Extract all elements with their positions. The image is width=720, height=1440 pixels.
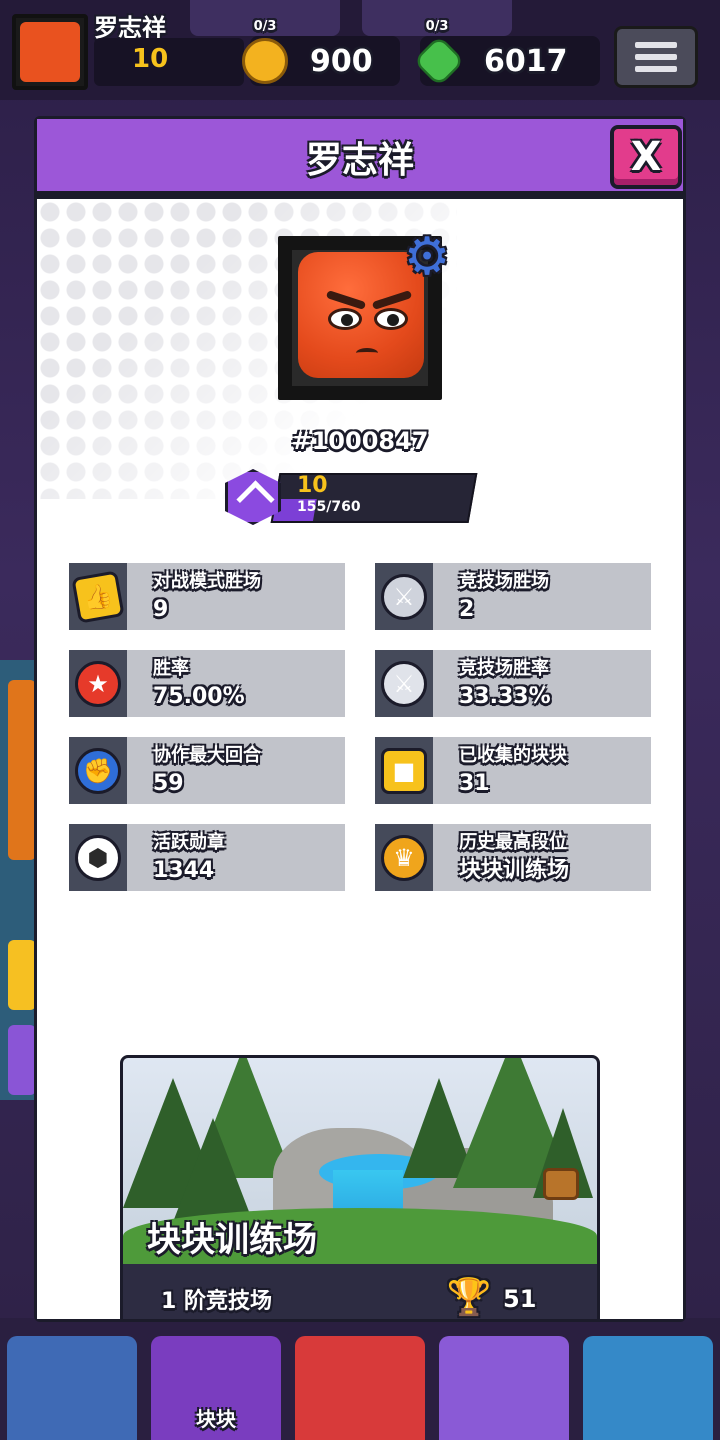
- coin-icon: [242, 38, 288, 84]
- stat-arena-wins: ⚔ 竞技场胜场 2: [375, 563, 651, 630]
- side-card: [8, 680, 36, 860]
- quest-progress: 0/3: [425, 19, 449, 34]
- tree-stump: [543, 1168, 579, 1200]
- player-level: 10: [297, 473, 328, 498]
- block-face-icon: ■: [381, 747, 427, 794]
- stat-blocks-collected: ■ 已收集的块块 31: [375, 737, 651, 804]
- stat-label: 历史最高段位: [459, 832, 567, 853]
- player-level-small: 10: [94, 38, 244, 86]
- gem-counter[interactable]: 6017: [412, 34, 600, 88]
- arena-tier: 1 阶竞技场: [161, 1289, 272, 1314]
- player-id: #1000847: [291, 427, 429, 455]
- profile-modal: 罗志祥 X ⚙ #1000847 10 155/760 👍 对战模式胜场 9 ⚔…: [34, 116, 686, 1322]
- stat-battle-wins: 👍 对战模式胜场 9: [69, 563, 345, 630]
- coin-counter[interactable]: 900: [242, 36, 400, 86]
- arena-win-rate-icon: ⚔: [381, 660, 427, 707]
- top-bar: 0/3 0/3 罗志祥 10 900 6017: [0, 0, 720, 100]
- coin-amount: 900: [310, 43, 373, 79]
- trophy-count: 51: [503, 1285, 537, 1313]
- nav-battle[interactable]: [295, 1336, 425, 1440]
- nav-shop[interactable]: [7, 1336, 137, 1440]
- activity-badge-icon: ⬢: [75, 834, 121, 881]
- stat-coop-max-rounds: ✊ 协作最大回合 59: [69, 737, 345, 804]
- stat-activity-badges: ⬢ 活跃勋章 1344: [69, 824, 345, 891]
- close-icon: X: [630, 134, 662, 180]
- quest-tab[interactable]: 0/3: [190, 0, 340, 36]
- arena-card[interactable]: 块块训练场 1 阶竞技场 🏆 51: [120, 1055, 600, 1319]
- xp-text: 155/760: [297, 499, 361, 515]
- gem-icon: [412, 34, 466, 88]
- thumbs-up-icon: 👍: [71, 569, 125, 624]
- quest-tab[interactable]: 0/3: [362, 0, 512, 36]
- menu-button[interactable]: [614, 26, 698, 88]
- nav-blocks-label: 块块: [196, 1407, 236, 1431]
- stat-value: 75.00%: [153, 684, 245, 709]
- arena-illustration: 块块训练场: [123, 1058, 597, 1264]
- modal-body: ⚙ #1000847 10 155/760 👍 对战模式胜场 9 ⚔ 竞技场胜场: [37, 199, 683, 1319]
- stat-arena-win-rate: ⚔ 竞技场胜率 33.33%: [375, 650, 651, 717]
- stat-highest-rank: ♛ 历史最高段位 块块训练场: [375, 824, 651, 891]
- nav-leaderboard[interactable]: [439, 1336, 569, 1440]
- level-progress: 10 155/760: [225, 469, 478, 525]
- stat-label: 对战模式胜场: [153, 571, 261, 592]
- boxing-gloves-icon: ✊: [75, 747, 121, 794]
- player-avatar-small[interactable]: [12, 14, 88, 90]
- stat-label: 竞技场胜率: [459, 658, 549, 679]
- gear-icon[interactable]: ⚙: [402, 231, 452, 283]
- menu-icon: [635, 42, 677, 48]
- trophy-icon: 🏆: [446, 1277, 492, 1318]
- stat-value: 33.33%: [459, 684, 551, 709]
- stat-value: 2: [459, 597, 475, 622]
- nav-blocks[interactable]: 块块: [151, 1336, 281, 1440]
- close-button[interactable]: X: [610, 125, 682, 189]
- modal-header: 罗志祥 X: [37, 119, 683, 195]
- stat-label: 胜率: [153, 658, 189, 679]
- side-card: [8, 1025, 36, 1095]
- win-rate-icon: ★: [75, 660, 121, 707]
- stat-value: 块块训练场: [459, 858, 570, 883]
- bottom-nav: 块块: [0, 1318, 720, 1440]
- stat-value: 31: [459, 771, 490, 796]
- modal-title: 罗志祥: [305, 140, 414, 181]
- stat-value: 9: [153, 597, 169, 622]
- arena-name: 块块训练场: [147, 1220, 317, 1260]
- gem-amount: 6017: [484, 43, 568, 79]
- arena-footer: 1 阶竞技场 🏆 51: [123, 1264, 597, 1319]
- stat-label: 竞技场胜场: [459, 571, 549, 592]
- nav-social[interactable]: [583, 1336, 713, 1440]
- quest-progress: 0/3: [253, 19, 277, 34]
- stat-label: 协作最大回合: [153, 745, 261, 766]
- stat-win-rate: ★ 胜率 75.00%: [69, 650, 345, 717]
- stat-value: 59: [153, 771, 184, 796]
- side-card: [8, 940, 36, 1010]
- stats-grid: 👍 对战模式胜场 9 ⚔ 竞技场胜场 2 ★ 胜率 75.00% ⚔ 竞技场胜率…: [69, 563, 651, 891]
- stat-label: 已收集的块块: [459, 745, 567, 766]
- medal-icon: ♛: [381, 834, 427, 881]
- stat-label: 活跃勋章: [153, 832, 225, 853]
- crossed-swords-icon: ⚔: [381, 573, 427, 620]
- stat-value: 1344: [153, 858, 215, 883]
